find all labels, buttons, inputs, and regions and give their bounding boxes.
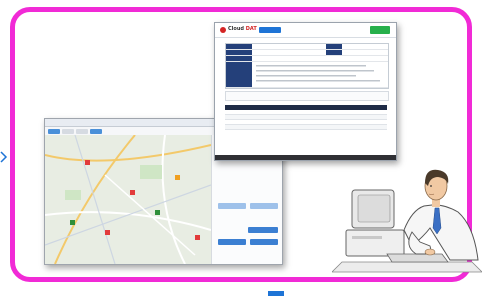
map-toolbar-chip[interactable] — [90, 128, 102, 134]
logo-accent: DAT — [245, 26, 257, 32]
nav-item[interactable] — [259, 27, 281, 33]
form-label — [326, 50, 342, 55]
form-row — [226, 62, 388, 88]
form-notes — [256, 65, 380, 82]
map-roads — [45, 135, 211, 264]
map-side-button[interactable] — [248, 227, 278, 233]
bottom-tab — [268, 291, 284, 296]
map-side-button[interactable] — [218, 203, 246, 209]
map-side-button[interactable] — [218, 239, 246, 245]
map-toolbar-chip[interactable] — [48, 128, 60, 134]
header-action-button[interactable] — [370, 26, 390, 34]
results-table — [225, 105, 387, 130]
map-toolbar-chip[interactable] — [62, 128, 74, 134]
businessman-illustration — [332, 169, 482, 273]
map-side-button[interactable] — [250, 203, 278, 209]
map-side-button[interactable] — [250, 239, 278, 245]
cloud-logo: Cloud DAT — [228, 26, 257, 32]
table-row[interactable] — [225, 125, 387, 130]
form-label — [226, 62, 252, 87]
cloud-screenshot: Cloud DAT — [214, 22, 397, 161]
form-label — [226, 50, 252, 55]
detail-form — [225, 43, 389, 89]
left-arrow-icon — [0, 151, 8, 163]
map-canvas[interactable] — [45, 135, 211, 264]
form-label — [226, 44, 252, 49]
form-label — [226, 56, 252, 61]
form-label — [326, 44, 342, 49]
filter-bar[interactable] — [225, 91, 389, 101]
logo-text: Cloud — [228, 26, 244, 32]
map-toolbar-chip[interactable] — [76, 128, 88, 134]
cloud-header: Cloud DAT — [215, 23, 396, 38]
logo-mark-icon — [220, 27, 226, 33]
nav-item[interactable] — [285, 27, 315, 33]
nav-item[interactable] — [321, 27, 357, 33]
